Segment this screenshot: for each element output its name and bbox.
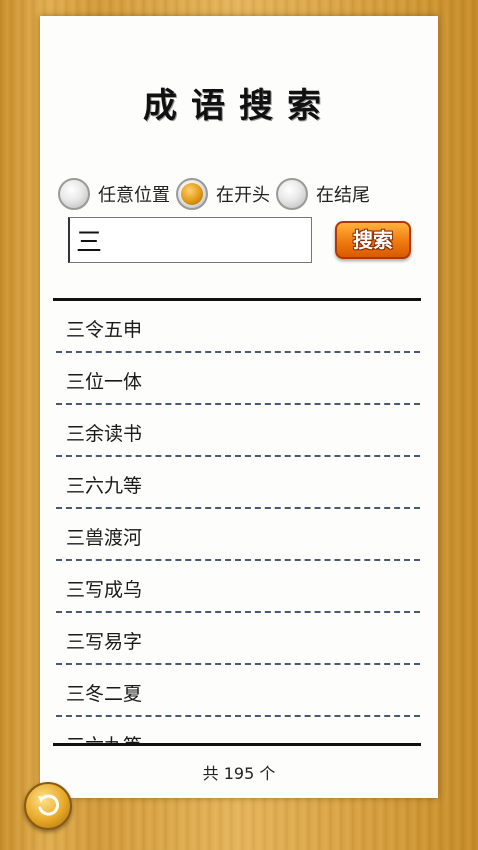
list-item-text: 三六九等 [66, 475, 143, 497]
list-item[interactable]: 三兽渡河 [56, 510, 420, 561]
search-input[interactable]: 三 [68, 217, 312, 263]
page-title: 成语搜索 [143, 86, 335, 126]
list-bottom-divider [53, 743, 421, 746]
radio-label-at-end: 在结尾 [316, 185, 370, 206]
search-mode-group: 任意位置 在开头 在结尾 [58, 176, 376, 212]
list-item-text: 三余读书 [66, 423, 143, 445]
list-item-text: 三令五申 [66, 319, 143, 341]
radio-circle-icon[interactable] [276, 178, 308, 210]
back-arrow-icon [38, 794, 59, 816]
list-item[interactable]: 三六九等 [56, 458, 420, 509]
radio-label-anywhere: 任意位置 [98, 185, 170, 206]
list-item[interactable]: 三余读书 [56, 406, 420, 457]
radio-anywhere[interactable]: 任意位置 [58, 178, 170, 210]
content-panel: 成语搜索 任意位置 在开头 在结尾 三 搜索 三令五申 三位一体 三余读书 三六… [40, 16, 438, 798]
list-item-text: 三位一体 [66, 371, 143, 393]
list-item-text: 三兽渡河 [66, 527, 143, 549]
list-item[interactable]: 三写成乌 [56, 562, 420, 613]
result-count: 共 195 个 [202, 764, 276, 783]
list-item-text: 三写易字 [66, 631, 143, 653]
radio-circle-icon[interactable] [58, 178, 90, 210]
list-item[interactable]: 三位一体 [56, 354, 420, 405]
search-button[interactable]: 搜索 [335, 221, 411, 259]
radio-at-start[interactable]: 在开头 [176, 178, 270, 210]
radio-circle-icon[interactable] [176, 178, 208, 210]
radio-label-at-start: 在开头 [216, 185, 270, 206]
results-list[interactable]: 三令五申 三位一体 三余读书 三六九等 三兽渡河 三写成乌 三写易字 三冬二夏 … [56, 302, 420, 743]
list-item-text: 三写成乌 [66, 579, 143, 601]
list-top-divider [53, 298, 421, 301]
list-item[interactable]: 三令五申 [56, 302, 420, 353]
list-item-text: 三冬二夏 [66, 683, 143, 705]
list-item[interactable]: 三写易字 [56, 614, 420, 665]
list-item[interactable]: 三冬二夏 [56, 666, 420, 717]
list-item-text: 三六九等 [66, 731, 142, 743]
list-item[interactable]: 三六九等 [56, 718, 420, 743]
radio-at-end[interactable]: 在结尾 [276, 178, 370, 210]
back-button[interactable] [24, 782, 72, 830]
